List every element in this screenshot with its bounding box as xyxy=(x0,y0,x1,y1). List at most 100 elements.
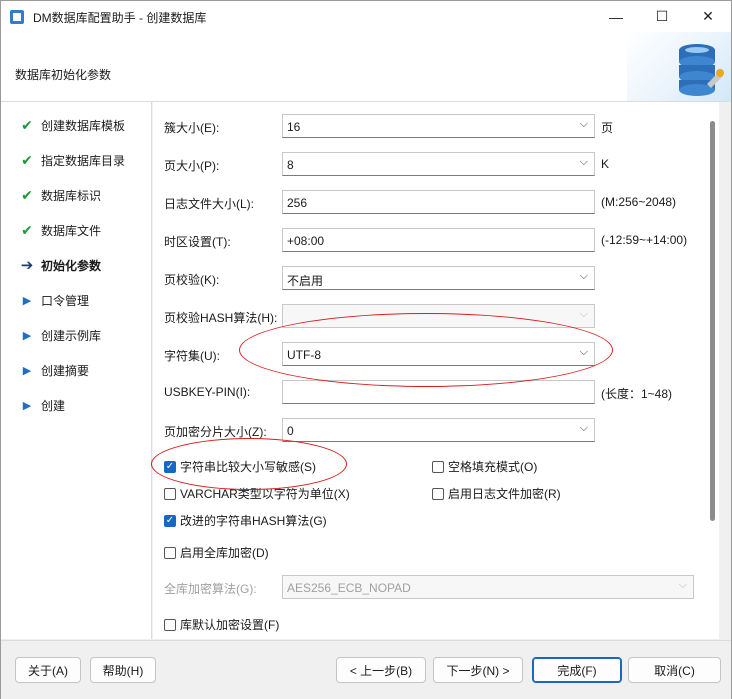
back-button[interactable]: < 上一步(B) xyxy=(336,657,426,683)
about-button[interactable]: 关于(A) xyxy=(15,657,81,683)
close-button[interactable]: ✕ xyxy=(685,1,731,32)
chevron-down-icon: ⌵ xyxy=(579,422,588,434)
nav-step-identity[interactable]: ✔ 数据库标识 xyxy=(1,180,151,210)
check-icon: ✔ xyxy=(21,186,33,203)
full-encrypt-checkbox[interactable]: 启用全库加密(D) xyxy=(164,544,269,561)
nav-step-create[interactable]: ▶ 创建 xyxy=(1,390,151,420)
nav-step-label: 初始化参数 xyxy=(41,258,102,273)
page-enc-shard-label: 页加密分片大小(Z): xyxy=(164,425,267,439)
nav-step-directory[interactable]: ✔ 指定数据库目录 xyxy=(1,145,151,175)
chevron-down-icon: ⌵ xyxy=(579,308,588,320)
varchar-char-checkbox[interactable]: VARCHAR类型以字符为单位(X) xyxy=(164,485,350,502)
checkbox-unchecked-icon xyxy=(432,487,444,500)
nav-step-init-params[interactable]: ➔ 初始化参数 xyxy=(1,250,151,280)
page-title: 数据库初始化参数 xyxy=(15,68,112,82)
timezone-label: 时区设置(T): xyxy=(164,235,231,249)
case-sensitive-label: 字符串比较大小写敏感(S) xyxy=(180,460,316,474)
chevron-down-icon: ⌵ xyxy=(579,118,588,130)
nav-step-label: 指定数据库目录 xyxy=(41,153,126,168)
timezone-input[interactable]: +08:00 xyxy=(282,228,595,252)
triangle-right-icon: ▶ xyxy=(22,364,32,377)
checkbox-unchecked-icon xyxy=(432,460,444,473)
extent-size-select[interactable]: 16 ⌵ xyxy=(282,114,595,138)
triangle-right-icon: ▶ xyxy=(22,329,32,342)
chevron-down-icon: ⌵ xyxy=(579,156,588,168)
app-icon xyxy=(10,10,24,24)
page-size-select[interactable]: 8 ⌵ xyxy=(282,152,595,176)
timezone-value: +08:00 xyxy=(287,234,325,248)
header-graphic xyxy=(627,32,731,101)
help-button[interactable]: 帮助(H) xyxy=(90,657,156,683)
page-check-label: 页校验(K): xyxy=(164,273,220,287)
page-check-value: 不启用 xyxy=(287,274,324,288)
page-enc-shard-value: 0 xyxy=(287,424,294,438)
page-header: 数据库初始化参数 xyxy=(1,32,731,102)
arrow-right-bold-icon: ➔ xyxy=(20,257,34,274)
extent-size-value: 16 xyxy=(287,120,301,134)
check-icon: ✔ xyxy=(21,221,33,238)
full-encrypt-label: 启用全库加密(D) xyxy=(180,546,269,560)
next-button[interactable]: 下一步(N) > xyxy=(433,657,523,683)
nav-step-label: 数据库标识 xyxy=(41,188,102,203)
checkbox-checked-icon: ✓ xyxy=(164,514,176,527)
page-hash-label: 页校验HASH算法(H): xyxy=(164,311,278,325)
improved-hash-label: 改进的字符串HASH算法(G) xyxy=(180,514,327,528)
vertical-scrollbar[interactable] xyxy=(710,121,715,521)
usbkey-label: USBKEY-PIN(I): xyxy=(164,385,251,399)
nav-step-sample[interactable]: ▶ 创建示例库 xyxy=(1,320,151,350)
encrypt-algo-value: AES256_ECB_NOPAD xyxy=(287,581,411,595)
blank-pad-checkbox[interactable]: 空格填充模式(O) xyxy=(432,458,537,475)
checkbox-unchecked-icon xyxy=(164,487,176,500)
title-bar: DM数据库配置助手 - 创建数据库 — ☐ ✕ xyxy=(1,1,731,32)
nav-step-label: 口令管理 xyxy=(41,293,90,308)
chevron-down-icon: ⌵ xyxy=(579,346,588,358)
log-encrypt-checkbox[interactable]: 启用日志文件加密(R) xyxy=(432,485,561,502)
page-enc-shard-select[interactable]: 0 ⌵ xyxy=(282,418,595,442)
page-hash-select[interactable]: ⌵ xyxy=(282,304,595,328)
minimize-button[interactable]: — xyxy=(593,1,639,32)
wizard-steps-sidebar: ✔ 创建数据库模板 ✔ 指定数据库目录 ✔ 数据库标识 ✔ 数据库文件 ➔ 初始… xyxy=(1,102,152,639)
nav-step-files[interactable]: ✔ 数据库文件 xyxy=(1,215,151,245)
checkbox-unchecked-icon xyxy=(164,618,176,631)
timezone-range: (-12:59~+14:00) xyxy=(601,233,688,247)
nav-step-label: 创建摘要 xyxy=(41,363,90,378)
maximize-button[interactable]: ☐ xyxy=(639,1,685,32)
nav-step-label: 创建 xyxy=(41,398,66,413)
check-icon: ✔ xyxy=(21,116,33,133)
chevron-down-icon: ⌵ xyxy=(678,579,687,591)
checkbox-checked-icon: ✓ xyxy=(164,460,176,473)
page-size-value: 8 xyxy=(287,158,294,172)
triangle-right-icon: ▶ xyxy=(22,294,32,307)
database-icon xyxy=(679,44,724,96)
improved-hash-checkbox[interactable]: ✓ 改进的字符串HASH算法(G) xyxy=(164,512,327,529)
wizard-window: DM数据库配置助手 - 创建数据库 — ☐ ✕ 数据库初始化参数 ✔ 创建数据库… xyxy=(0,0,732,699)
default-encrypt-checkbox[interactable]: 库默认加密设置(F) xyxy=(164,616,279,633)
check-icon: ✔ xyxy=(21,151,33,168)
default-encrypt-label: 库默认加密设置(F) xyxy=(180,618,280,632)
log-size-input[interactable]: 256 xyxy=(282,190,595,214)
checkbox-unchecked-icon xyxy=(164,546,176,559)
log-size-value: 256 xyxy=(287,196,308,210)
page-size-label: 页大小(P): xyxy=(164,159,220,173)
case-sensitive-checkbox[interactable]: ✓ 字符串比较大小写敏感(S) xyxy=(164,458,316,475)
log-encrypt-label: 启用日志文件加密(R) xyxy=(448,487,561,501)
extent-size-unit: 页 xyxy=(601,121,614,135)
log-size-range: (M:256~2048) xyxy=(601,195,677,209)
extent-size-label: 簇大小(E): xyxy=(164,121,220,135)
cancel-button[interactable]: 取消(C) xyxy=(628,657,721,683)
charset-select[interactable]: UTF-8 ⌵ xyxy=(282,342,595,366)
finish-button[interactable]: 完成(F) xyxy=(532,657,622,683)
usbkey-input[interactable] xyxy=(282,380,595,404)
window-title: DM数据库配置助手 - 创建数据库 xyxy=(33,11,207,25)
nav-step-template[interactable]: ✔ 创建数据库模板 xyxy=(1,110,151,140)
page-check-select[interactable]: 不启用 ⌵ xyxy=(282,266,595,290)
nav-step-summary[interactable]: ▶ 创建摘要 xyxy=(1,355,151,385)
nav-step-label: 创建数据库模板 xyxy=(41,118,126,133)
usbkey-length: (长度：1~48) xyxy=(601,387,673,401)
encrypt-algo-select[interactable]: AES256_ECB_NOPAD ⌵ xyxy=(282,575,694,599)
nav-step-password[interactable]: ▶ 口令管理 xyxy=(1,285,151,315)
nav-step-label: 数据库文件 xyxy=(41,223,102,238)
encrypt-algo-label: 全库加密算法(G): xyxy=(164,582,257,596)
triangle-right-icon: ▶ xyxy=(22,399,32,412)
log-size-label: 日志文件大小(L): xyxy=(164,197,255,211)
